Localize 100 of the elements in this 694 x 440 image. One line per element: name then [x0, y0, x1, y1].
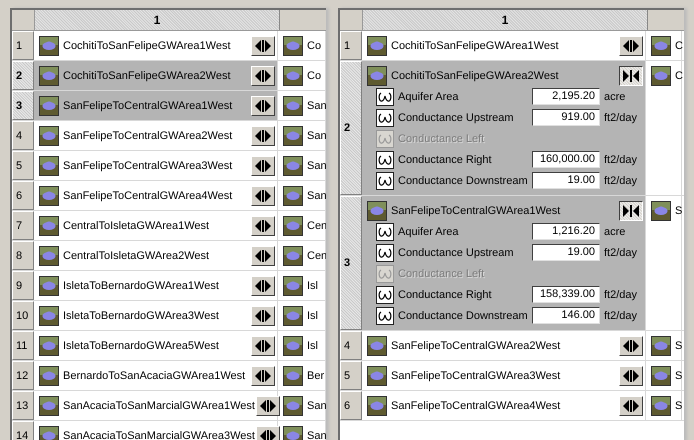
table-cell[interactable]: SanFelipeToCentralGWArea1West [34, 91, 278, 120]
omega-icon[interactable] [376, 88, 394, 106]
table-cell[interactable]: SanFelipeToCentralGWArea4West [34, 181, 278, 210]
expand-arrows-icon [255, 190, 271, 202]
row-header[interactable]: 4 [340, 331, 362, 360]
row-header[interactable]: 10 [12, 301, 34, 330]
unit-label: ft2/day [604, 288, 638, 300]
value-field[interactable]: 19.00 [532, 172, 600, 189]
value-field[interactable]: 919.00 [532, 109, 600, 126]
expand-arrows-icon [255, 160, 271, 172]
unit-label: acre [604, 90, 626, 102]
table-cell[interactable]: IsletaToBernardoGWArea3West [34, 301, 278, 330]
column-header[interactable]: 1 [35, 10, 280, 30]
row-header[interactable]: 13 [12, 391, 34, 420]
object-name: S [675, 204, 682, 216]
omega-icon[interactable] [376, 108, 394, 126]
table-cell[interactable]: SanAcaciaToSanMarcialGWArea1West [34, 391, 278, 420]
groundwater-object-icon [651, 66, 671, 86]
row-header[interactable]: 9 [12, 271, 34, 300]
groundwater-object-icon [39, 66, 59, 86]
row-header[interactable]: 2 [12, 61, 34, 90]
table-cell[interactable]: SanFelipeToCentralGWArea2West [34, 121, 278, 150]
row-header[interactable]: 11 [12, 331, 34, 360]
groundwater-object-icon [283, 396, 303, 416]
table-cell[interactable]: BernardoToSanAcaciaGWArea1West [34, 361, 278, 390]
expand-arrows-icon [623, 400, 639, 412]
expand-arrows-icon [260, 400, 276, 412]
row-header[interactable]: 1 [12, 31, 34, 60]
omega-icon[interactable] [376, 222, 394, 240]
object-name: SanFelipeToCentralGWArea3West [391, 370, 562, 382]
value-field[interactable]: 146.00 [532, 307, 600, 324]
row-header[interactable]: 7 [12, 211, 34, 240]
row-header[interactable]: 2 [340, 61, 362, 195]
row-header[interactable]: 5 [12, 151, 34, 180]
expand-toggle-button[interactable] [619, 66, 643, 86]
expand-arrows-icon [255, 70, 271, 82]
expand-arrows-icon [255, 280, 271, 292]
column-header[interactable]: 1 [363, 10, 648, 30]
row-header[interactable]: 3 [12, 91, 34, 120]
row-header[interactable]: 6 [12, 181, 34, 210]
groundwater-object-icon [283, 156, 303, 176]
table-cell[interactable]: CentralToIsletaGWArea2West [34, 241, 278, 270]
table-cell[interactable]: SanFelipeToCentralGWArea4West [362, 391, 646, 420]
groundwater-object-icon [39, 36, 59, 56]
table-cell[interactable]: CochitiToSanFelipeGWArea1West [34, 31, 278, 60]
row-header[interactable]: 3 [340, 196, 362, 330]
table-cell[interactable]: CochitiToSanFelipeGWArea2West [34, 61, 278, 90]
object-name: SanAcaciaToSanMarcialGWArea1West [63, 400, 255, 412]
table-cell[interactable]: SanFelipeToCentralGWArea3West [34, 151, 278, 180]
object-name: Co [307, 40, 322, 52]
groundwater-object-icon [283, 126, 303, 146]
row-header[interactable]: 5 [340, 361, 362, 390]
row-header[interactable]: 14 [12, 421, 34, 440]
object-name: Isl [307, 310, 319, 322]
omega-icon[interactable] [376, 172, 394, 190]
parameter-label: Conductance Downstream [398, 174, 529, 186]
row-header[interactable]: 4 [12, 121, 34, 150]
parameter-label: Conductance Upstream [398, 112, 515, 124]
object-name: Co [307, 70, 322, 82]
groundwater-object-icon [39, 216, 59, 236]
table-cell[interactable]: IsletaToBernardoGWArea1West [34, 271, 278, 300]
table-cell[interactable]: SanFelipeToCentralGWArea3West [362, 361, 646, 390]
expand-arrows-icon [623, 40, 639, 52]
omega-icon[interactable] [376, 150, 394, 168]
table-cell[interactable]: CochitiToSanFelipeGWArea1West [362, 31, 646, 60]
table-cell[interactable]: SanFelipeToCentralGWArea2West [362, 331, 646, 360]
object-name: S [675, 400, 682, 412]
omega-icon[interactable] [376, 286, 394, 304]
row-header[interactable]: 8 [12, 241, 34, 270]
object-name: SanFelipeToCentralGWArea1West [63, 100, 234, 112]
groundwater-object-icon [283, 306, 303, 326]
groundwater-object-icon [283, 36, 303, 56]
row-header[interactable]: 6 [340, 391, 362, 420]
expand-toggle-button[interactable] [619, 200, 643, 220]
groundwater-object-icon [39, 246, 59, 266]
groundwater-object-icon [39, 336, 59, 356]
groundwater-object-icon [39, 366, 59, 386]
groundwater-object-icon [283, 336, 303, 356]
object-name: S [675, 370, 682, 382]
value-field[interactable]: 1,216.20 [532, 223, 600, 240]
value-field[interactable]: 158,339.00 [532, 286, 600, 303]
value-field[interactable]: 19.00 [532, 244, 600, 261]
table-cell[interactable]: CentralToIsletaGWArea1West [34, 211, 278, 240]
value-field[interactable]: 160,000.00 [532, 151, 600, 168]
expand-arrows-icon [255, 220, 271, 232]
groundwater-object-icon [651, 200, 671, 220]
omega-icon[interactable] [376, 306, 394, 324]
groundwater-object-icon [39, 426, 59, 440]
groundwater-object-icon [39, 186, 59, 206]
object-name: San [307, 190, 326, 202]
groundwater-object-icon [283, 216, 303, 236]
row-header[interactable]: 1 [340, 31, 362, 60]
value-field[interactable]: 2,195.20 [532, 88, 600, 105]
expand-arrows-icon [623, 340, 639, 352]
table-cell[interactable]: IsletaToBernardoGWArea5West [34, 331, 278, 360]
parameter-label: Conductance Left [398, 268, 486, 280]
row-header[interactable]: 12 [12, 361, 34, 390]
table-cell[interactable]: SanAcaciaToSanMarcialGWArea3West [34, 421, 278, 440]
unit-label: ft2/day [604, 112, 638, 124]
omega-icon[interactable] [376, 244, 394, 262]
